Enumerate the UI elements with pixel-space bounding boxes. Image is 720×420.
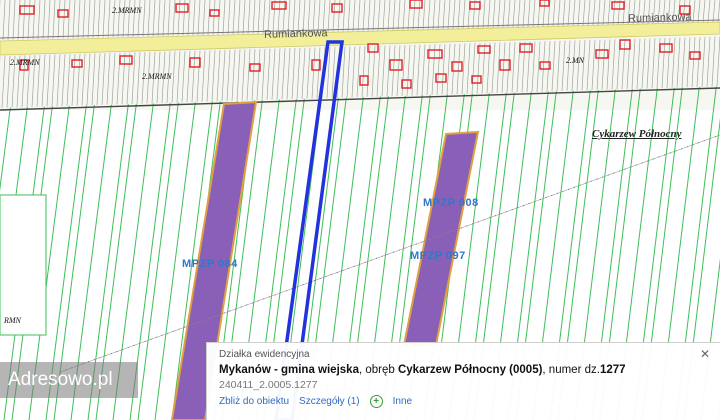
parcel-line: [137, 102, 179, 420]
close-icon[interactable]: ✕: [700, 347, 710, 361]
zone-mpzp-097[interactable]: [402, 130, 480, 346]
parcel-number: 1277: [599, 364, 626, 376]
zoning-code-label: 2.MRMN: [142, 72, 172, 81]
parcel-id: 240411_2.0005.1277: [219, 379, 318, 391]
zoom-to-object-link[interactable]: Zbliż do obiektu: [219, 396, 289, 407]
numer-prefix: , numer dz.: [542, 364, 600, 376]
popup-links: Zbliż do obiektu Szczegóły (1) + Inne: [219, 395, 708, 408]
zone-label: MPZP 097: [410, 250, 466, 262]
street-label: Rumiankowa: [627, 11, 692, 25]
obreb-prefix: , obręb: [358, 364, 398, 376]
popup-title: Działka ewidencyjna: [219, 349, 310, 360]
gmina-name: Mykanów - gmina wiejska: [219, 364, 359, 376]
zone-label: MPZP 008: [423, 197, 479, 209]
parcel-block: [0, 194, 47, 336]
plus-icon[interactable]: +: [369, 395, 383, 408]
zoning-code-label: RMN: [4, 316, 21, 325]
zoning-code-label: 2.MRMN: [10, 58, 40, 67]
parcel-info-popup: ✕ Działka ewidencyjna Mykanów - gmina wi…: [206, 342, 720, 420]
obreb-name: Cykarzew Północny (0005): [397, 364, 543, 376]
zoning-code-label: 2.MRMN: [112, 6, 142, 15]
zone-label: MPZP 084: [182, 258, 238, 270]
region-label: Cykarzew Północny: [592, 128, 682, 140]
zoning-code-label: 2.MN: [566, 56, 584, 65]
street-label: Rumiankowa: [263, 27, 328, 41]
details-link[interactable]: Szczegóły (1): [299, 396, 360, 407]
parcel-description: Mykanów - gmina wiejska, obręb Cykarzew …: [219, 364, 708, 376]
other-link[interactable]: Inne: [393, 396, 412, 407]
brand-watermark: Adresowo.pl: [0, 362, 138, 398]
